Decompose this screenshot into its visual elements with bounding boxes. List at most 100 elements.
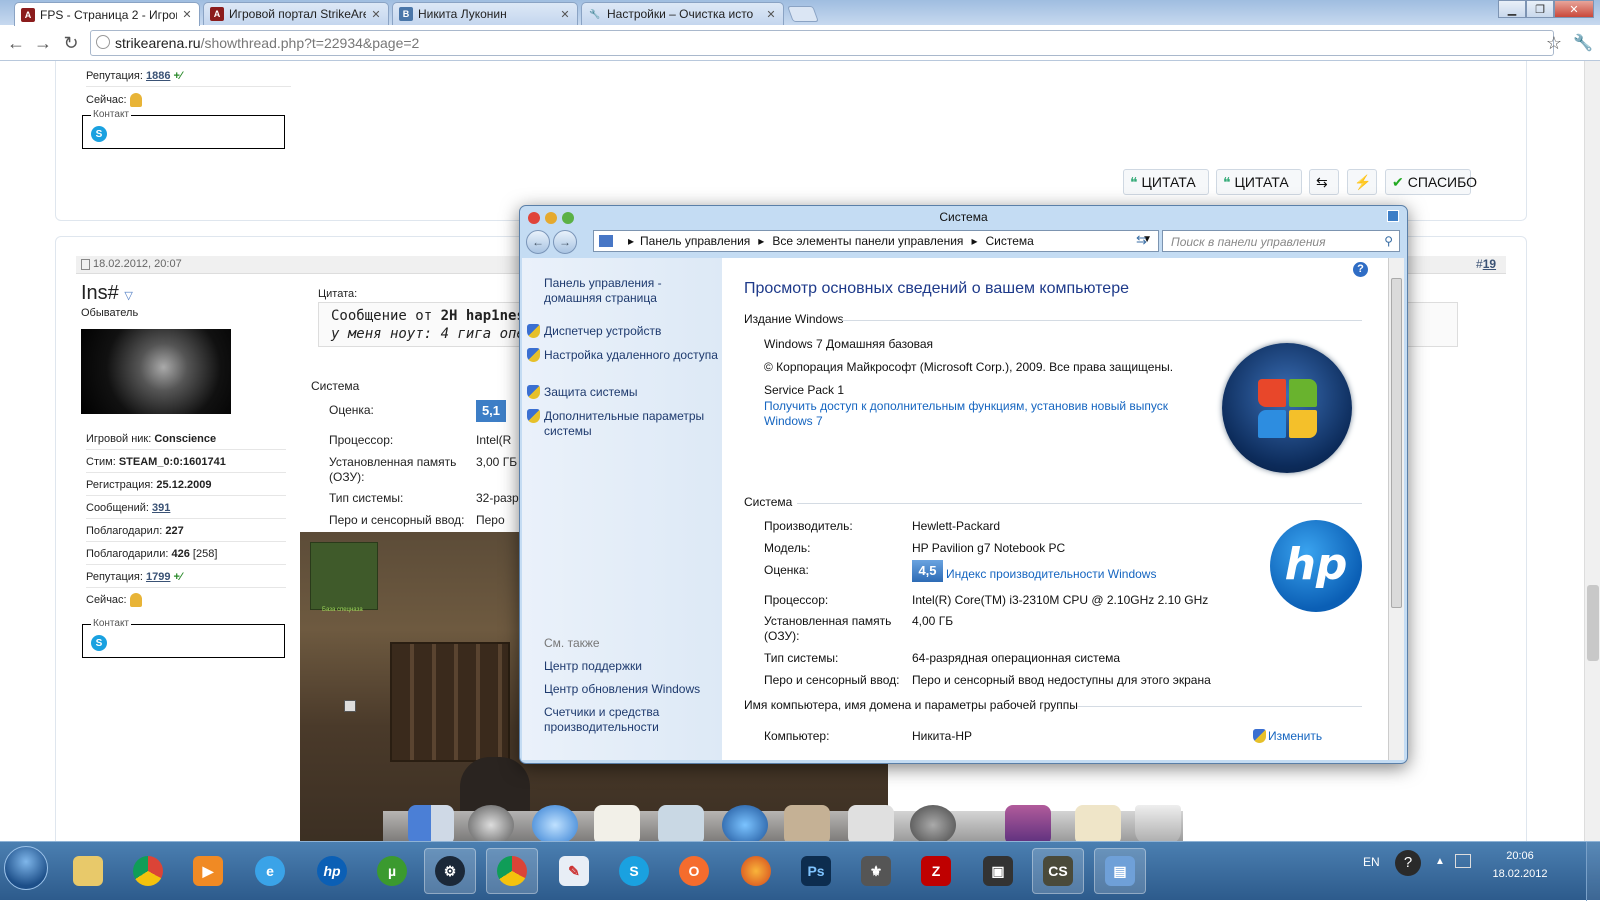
search-input[interactable]: Поиск в панели управления ⚲ [1162, 230, 1400, 252]
back-button[interactable]: ← [5, 32, 27, 54]
taskbar-firefox[interactable] [730, 848, 782, 894]
breadcrumb-item[interactable]: Панель управления [640, 234, 750, 248]
forward-arrow-icon[interactable]: → [553, 230, 577, 254]
quote-button[interactable]: ❝ ЦИТАТА [1123, 169, 1209, 195]
restore-button[interactable]: ❐ [1526, 0, 1554, 18]
safari-icon[interactable] [532, 805, 578, 845]
trash-icon[interactable] [1135, 805, 1181, 845]
score-badge[interactable]: 4,5 [912, 560, 943, 582]
minimize-button[interactable]: ▁ [1498, 0, 1526, 18]
star-icon[interactable]: ☆ [1543, 32, 1565, 54]
taskbar-photoshop[interactable]: Ps [790, 848, 842, 894]
finder-icon[interactable] [408, 805, 454, 845]
page-scrollbar[interactable] [1584, 61, 1600, 841]
taskbar-steam[interactable]: ⚙ [424, 848, 476, 894]
tab-portal[interactable]: A Игровой портал StrikeArer ✕ [203, 2, 389, 25]
taskbar-utorrent[interactable]: µ [366, 848, 418, 894]
tray-expand-icon[interactable]: ▲ [1435, 856, 1445, 867]
reload-button[interactable]: ↻ [60, 32, 82, 54]
clock-date[interactable]: 18.02.2012 [1483, 868, 1557, 880]
breadcrumb-item[interactable]: Система [985, 234, 1033, 248]
taskbar-ie[interactable]: e [244, 848, 296, 894]
refresh-icon[interactable]: ⇆ [1136, 232, 1147, 248]
taskbar-fraps[interactable]: ▣ [972, 848, 1024, 894]
stat-value[interactable]: 1799 [146, 571, 170, 583]
sidebar-remote-settings[interactable]: Настройка удаленного доступа [544, 348, 719, 363]
help-icon[interactable]: ? [1353, 262, 1368, 277]
start-button[interactable] [4, 846, 48, 890]
system-prefs-icon[interactable] [910, 805, 956, 845]
performance-index-link[interactable]: Индекс производительности Windows [946, 567, 1156, 581]
show-desktop-button[interactable] [1586, 842, 1600, 901]
username-text[interactable]: Ins# [81, 282, 119, 304]
sidebar-device-manager[interactable]: Диспетчер устройств [544, 324, 719, 339]
textedit-icon[interactable] [594, 805, 640, 845]
report-button[interactable]: ⚡ [1347, 169, 1377, 195]
close-icon[interactable]: ✕ [765, 8, 777, 21]
close-icon[interactable]: ✕ [559, 8, 571, 21]
sidebar-home-link[interactable]: Панель управления - домашняя страница [544, 276, 719, 306]
language-indicator[interactable]: EN [1363, 855, 1380, 869]
wrench-menu-icon[interactable]: 🔧 [1572, 32, 1594, 54]
taskbar-media[interactable]: ▶ [182, 848, 234, 894]
post-number[interactable]: #19 [1476, 257, 1496, 271]
skype-icon[interactable]: S [91, 126, 107, 142]
upgrade-link[interactable]: Получить доступ к дополнительным функция… [764, 399, 1184, 429]
home-icon[interactable] [784, 805, 830, 845]
taskbar-skyrim[interactable]: ⚜ [850, 848, 902, 894]
desktop-icon[interactable] [1005, 805, 1051, 845]
change-settings-link[interactable]: Изменить [1268, 729, 1322, 743]
taskbar-chrome[interactable] [122, 848, 174, 894]
post-number-value[interactable]: 19 [1483, 257, 1496, 271]
scrollbar-thumb[interactable] [1391, 278, 1402, 608]
taskbar-chrome-open[interactable] [486, 848, 538, 894]
itunes-icon[interactable] [722, 805, 768, 845]
tab-vk[interactable]: B Никита Луконин ✕ [392, 2, 578, 25]
sidebar-system-protection[interactable]: Защита системы [544, 385, 719, 400]
new-tab-button[interactable] [787, 6, 819, 22]
multiquote-button[interactable]: ❝ ЦИТАТА [1216, 169, 1302, 195]
search-icon[interactable]: ⚲ [1384, 234, 1393, 248]
taskbar-hp[interactable]: hp [306, 848, 358, 894]
close-icon[interactable]: ✕ [370, 8, 382, 21]
help-notification-icon[interactable]: ? [1395, 850, 1421, 876]
stat-value[interactable]: 391 [152, 502, 170, 514]
taskbar-paint[interactable]: ✎ [548, 848, 600, 894]
chevron-down-icon[interactable]: ▽ [124, 290, 132, 302]
thanks-button[interactable]: ✔ СПАСИБО [1385, 169, 1477, 195]
rep-plus-icon[interactable]: +⁄ [174, 571, 182, 583]
taskbar-control-panel[interactable]: ▤ [1094, 848, 1146, 894]
app-store-icon[interactable] [848, 805, 894, 845]
user-avatar[interactable] [81, 329, 231, 414]
clock-time[interactable]: 20:06 [1490, 850, 1550, 862]
sidebar-performance[interactable]: Счетчики и средства производительности [544, 705, 719, 735]
taskbar-filezilla[interactable]: Z [910, 848, 962, 894]
forward-button[interactable]: → [32, 32, 54, 54]
sidebar-windows-update[interactable]: Центр обновления Windows [544, 682, 719, 697]
scrollbar-thumb[interactable] [1587, 585, 1599, 661]
taskbar-counter-strike[interactable]: CS [1032, 848, 1084, 894]
breadcrumb[interactable]: ▸ Панель управления ▸ Все элементы панели … [593, 230, 1159, 252]
window-menu-icon[interactable] [1387, 210, 1399, 222]
taskbar-origin[interactable]: O [668, 848, 720, 894]
tab-fps[interactable]: A FPS - Страница 2 - Игрово ✕ [14, 2, 200, 26]
rep-plus-icon[interactable]: +⁄ [174, 70, 182, 82]
tab-settings[interactable]: 🔧 Настройки – Очистка исто ✕ [581, 2, 784, 25]
back-arrow-icon[interactable]: ← [526, 230, 550, 254]
address-bar[interactable]: strikearena.ru/showthread.php?t=22934&pa… [90, 30, 1554, 56]
dvd-player-icon[interactable] [468, 805, 514, 845]
dialog-scrollbar[interactable] [1388, 258, 1404, 760]
sidebar-advanced-settings[interactable]: Дополнительные параметры системы [544, 409, 719, 439]
username[interactable]: Ins# ▽ [81, 282, 133, 305]
preview-icon[interactable] [658, 805, 704, 845]
breadcrumb-item[interactable]: Все элементы панели управления [772, 234, 963, 248]
close-icon[interactable]: ✕ [181, 8, 193, 21]
reputation-value[interactable]: 1886 [146, 70, 170, 82]
close-window-button[interactable]: ✕ [1554, 0, 1594, 18]
network-icon[interactable] [1455, 854, 1471, 868]
taskbar-explorer[interactable] [62, 848, 114, 894]
documents-icon[interactable] [1075, 805, 1121, 845]
skype-icon[interactable]: S [91, 635, 107, 651]
sidebar-action-center[interactable]: Центр поддержки [544, 659, 719, 674]
quick-reply-button[interactable]: ⇆ [1309, 169, 1339, 195]
